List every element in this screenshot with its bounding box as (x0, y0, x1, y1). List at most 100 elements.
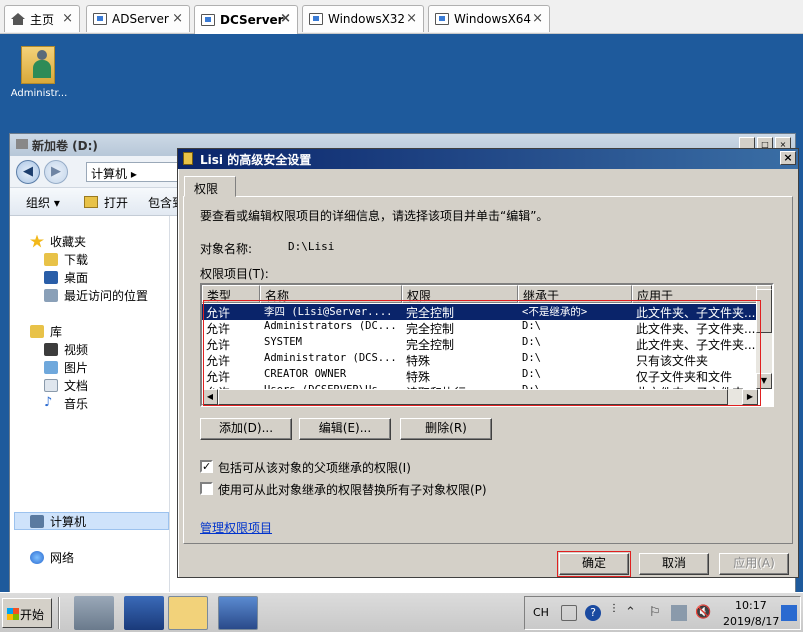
table-cell-apply: 仅子文件夹和文件 (636, 370, 733, 384)
remove-button[interactable]: 删除(R) (400, 418, 492, 440)
table-cell-name: CREATOR OWNER (264, 368, 347, 380)
back-arrow-icon[interactable]: ◀ (16, 160, 40, 184)
tab-dcserver[interactable]: DCServer × (194, 5, 298, 34)
permission-entries-list[interactable]: 类型 名称 权限 继承于 应用于 允许 李四 (Lisi@Server.... 完全… (200, 283, 774, 407)
inherit-permissions-checkbox[interactable]: ✓ (200, 460, 213, 473)
music-note-icon: ♪ (44, 394, 53, 410)
volume-muted-icon[interactable]: 🔇 (695, 605, 711, 621)
tab-permissions[interactable]: 权限 (184, 176, 236, 197)
table-row[interactable]: 允许 Administrators (DC... 完全控制 D:\ 此文件夹、子文件夹.… (202, 320, 758, 336)
table-cell-type: 允许 (206, 338, 231, 352)
advanced-security-dialog: Lisi 的高级安全设置 × 权限 要查看或编辑权限项目的详细信息，请选择该项目… (177, 148, 799, 578)
explorer-taskbar-icon[interactable] (168, 596, 208, 630)
forward-arrow-icon[interactable]: ▶ (44, 160, 68, 184)
object-name-value: D:\Lisi (288, 240, 335, 253)
table-row[interactable]: 允许 Administrator (DCS... 特殊 D:\ 只有该文件夹 (202, 352, 758, 368)
table-row[interactable]: 允许 SYSTEM 完全控制 D:\ 此文件夹、子文件夹... (202, 336, 758, 352)
cancel-button[interactable]: 取消 (639, 553, 709, 575)
nav-libraries[interactable]: 库 (30, 322, 62, 340)
replace-child-permissions-checkbox[interactable] (200, 482, 213, 495)
start-button[interactable]: 开始 (2, 598, 52, 628)
user-folder-icon (21, 40, 57, 84)
nav-downloads[interactable]: 下载 (44, 250, 88, 268)
address-input[interactable]: 计算机 ▸ (86, 162, 181, 182)
network-icon[interactable] (671, 605, 687, 621)
close-icon[interactable]: × (532, 11, 543, 26)
nav-favorites[interactable]: 收藏夹 (30, 232, 86, 250)
column-header-permission[interactable]: 权限 (402, 285, 518, 303)
download-folder-icon (44, 252, 58, 266)
add-button[interactable]: 添加(D)... (200, 418, 292, 440)
table-cell-perm: 特殊 (406, 354, 431, 368)
scroll-right-icon[interactable]: ▶ (742, 389, 758, 405)
apply-button[interactable]: 应用(A) (719, 553, 789, 575)
ok-button[interactable]: 确定 (559, 553, 629, 575)
manage-permissions-link[interactable]: 管理权限项目 (200, 519, 272, 536)
nav-music[interactable]: ♪ 音乐 (44, 394, 88, 412)
tab-windowsx64[interactable]: WindowsX64 × (428, 5, 550, 32)
desktop-icon (44, 270, 58, 284)
input-language[interactable]: CH (533, 606, 549, 619)
action-center-flag-icon[interactable]: ⚐ (649, 605, 665, 621)
taskbar-separator (58, 597, 60, 629)
close-icon[interactable]: × (62, 11, 73, 26)
vertical-scrollbar[interactable]: ▲ ▼ (756, 285, 772, 389)
nav-videos[interactable]: 视频 (44, 340, 88, 358)
table-cell-perm: 完全控制 (406, 322, 455, 336)
help-icon[interactable]: ? (585, 605, 601, 621)
options-icon[interactable]: ⋮ (609, 604, 625, 621)
horizontal-scrollbar[interactable]: ◀ ▶ (202, 389, 758, 405)
nav-documents[interactable]: 文档 (44, 376, 88, 394)
tab-label: WindowsX32 (328, 12, 406, 26)
dialog-close-button[interactable]: × (780, 151, 796, 165)
column-header-type[interactable]: 类型 (202, 285, 260, 303)
scroll-left-icon[interactable]: ◀ (202, 389, 218, 405)
table-cell-type: 允许 (206, 306, 231, 320)
windows-logo-icon (7, 608, 19, 620)
star-icon (30, 234, 44, 248)
table-cell-perm: 完全控制 (406, 306, 455, 320)
clock-date[interactable]: 2019/8/17 (723, 615, 779, 628)
table-row[interactable]: 允许 CREATOR OWNER 特殊 D:\ 仅子文件夹和文件 (202, 368, 758, 384)
column-header-name[interactable]: 名称 (260, 285, 402, 303)
show-desktop-icon[interactable] (781, 605, 797, 621)
nav-pictures[interactable]: 图片 (44, 358, 88, 376)
list-header: 类型 名称 权限 继承于 应用于 (202, 285, 764, 303)
server-manager-icon[interactable] (74, 596, 114, 630)
table-cell-apply: 此文件夹、子文件夹... (636, 338, 756, 352)
organize-button[interactable]: 组织 ▾ (26, 194, 60, 211)
close-icon[interactable]: × (406, 11, 417, 26)
close-icon[interactable]: × (280, 11, 291, 26)
close-icon[interactable]: × (172, 11, 183, 26)
nav-desktop[interactable]: 桌面 (44, 268, 88, 286)
edit-button[interactable]: 编辑(E)... (299, 418, 391, 440)
scroll-down-icon[interactable]: ▼ (756, 373, 772, 389)
vm-icon (309, 13, 323, 25)
open-folder-icon (84, 196, 98, 208)
table-cell-perm: 完全控制 (406, 338, 455, 352)
table-cell-apply: 此文件夹、子文件夹... (636, 322, 756, 336)
column-header-inherited-from[interactable]: 继承于 (518, 285, 632, 303)
table-cell-apply: 此文件夹、子文件夹... (636, 306, 756, 320)
hscroll-thumb[interactable] (218, 389, 728, 405)
nav-network[interactable]: 网络 (30, 548, 74, 566)
column-header-apply-to[interactable]: 应用于 (632, 285, 764, 303)
tab-windowsx32[interactable]: WindowsX32 × (302, 5, 424, 32)
desktop-icon-administrator[interactable]: Administr... (4, 40, 74, 99)
nav-computer[interactable]: 计算机 (30, 512, 86, 530)
nav-recent[interactable]: 最近访问的位置 (44, 286, 148, 304)
chevron-up-icon[interactable]: ⌃ (625, 605, 641, 621)
table-row[interactable]: 允许 李四 (Lisi@Server.... 完全控制 <不是继承的> 此文件夹、子文件… (202, 304, 758, 320)
tab-home[interactable]: 主页 × (4, 5, 80, 32)
tab-adserver[interactable]: ADServer × (86, 5, 190, 32)
table-cell-perm: 特殊 (406, 370, 431, 384)
replace-child-permissions-label: 使用可从此对象继承的权限替换所有子对象权限(P) (218, 483, 487, 497)
powershell-icon[interactable] (124, 596, 164, 630)
open-button[interactable]: 打开 (104, 194, 128, 211)
clock-time[interactable]: 10:17 (735, 599, 767, 612)
scroll-thumb[interactable] (756, 289, 772, 333)
keyboard-icon[interactable] (561, 605, 577, 621)
vm-tab-bar: 主页 × ADServer × DCServer × WindowsX32 × … (0, 0, 803, 34)
table-cell-type: 允许 (206, 354, 231, 368)
security-dialog-taskbar-icon[interactable] (218, 596, 258, 630)
